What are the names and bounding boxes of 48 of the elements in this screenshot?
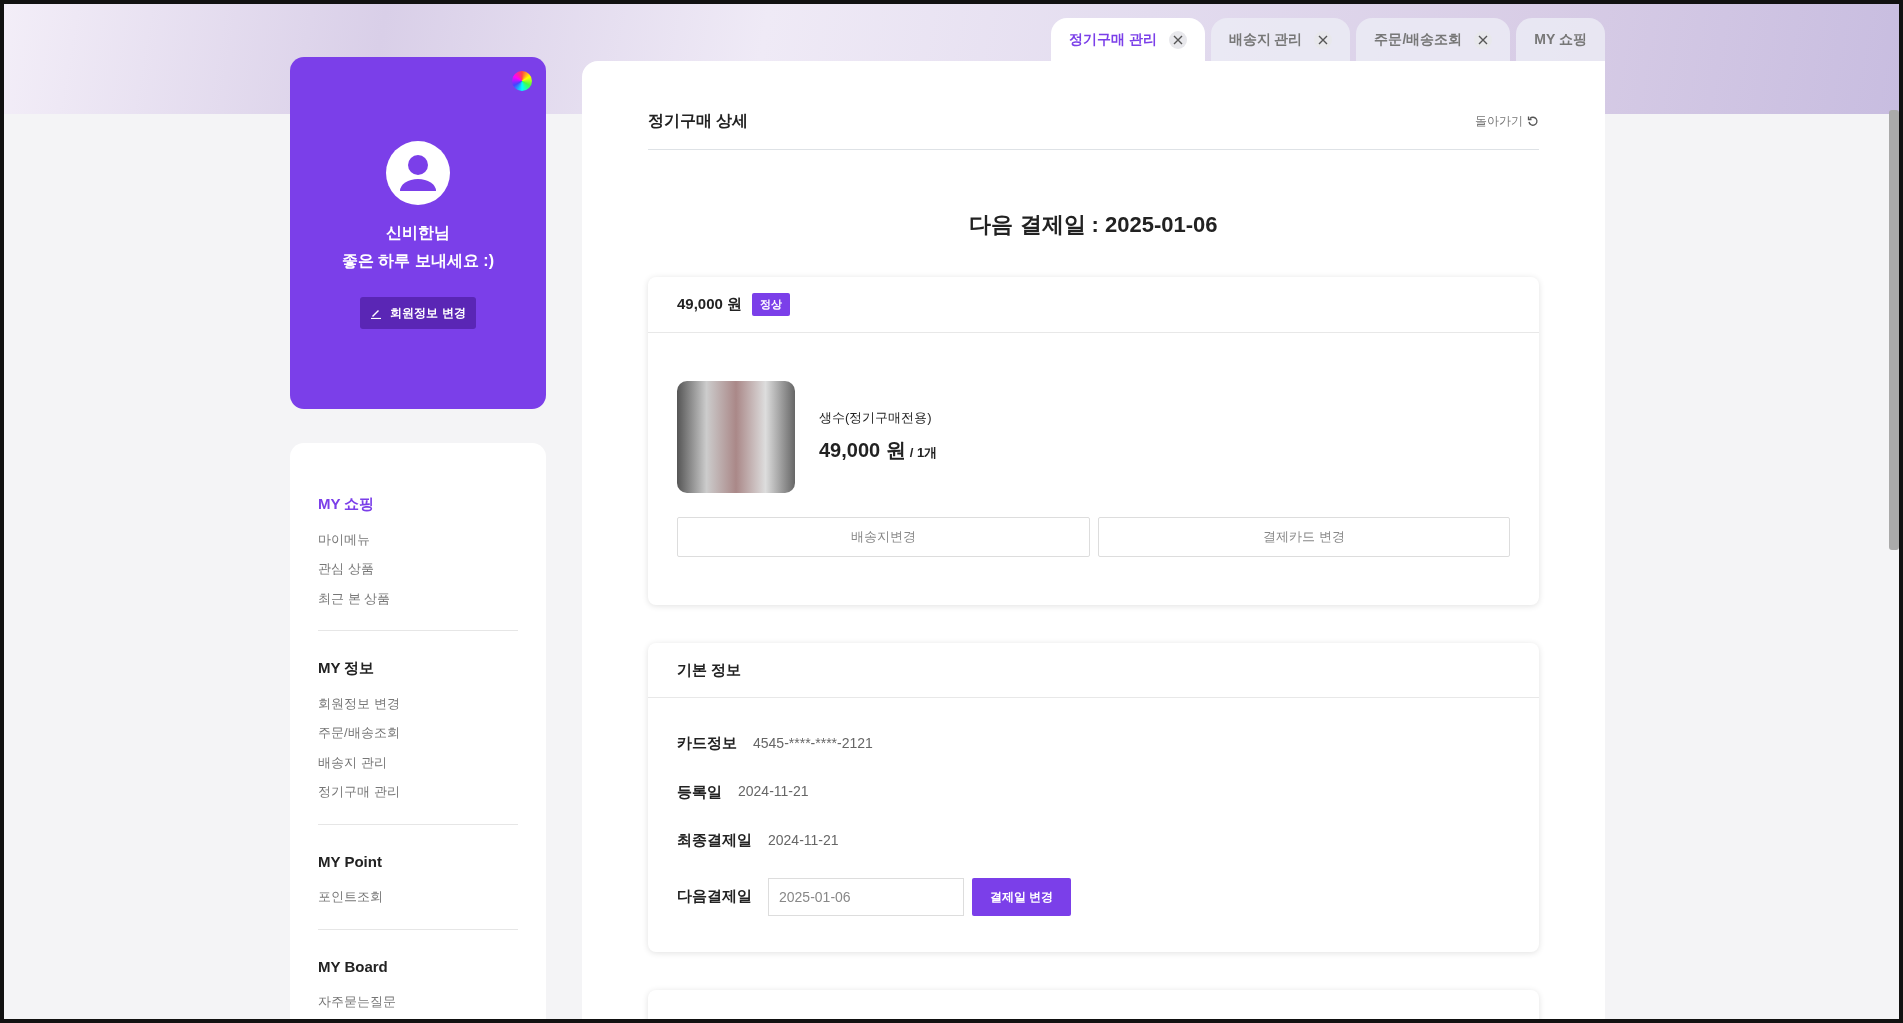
- close-icon[interactable]: [1474, 30, 1493, 49]
- info-label: 카드정보: [677, 733, 737, 753]
- sidebar-item[interactable]: 주문/배송조회: [318, 723, 518, 743]
- sidebar-heading[interactable]: MY Point: [318, 850, 518, 873]
- sidebar-heading[interactable]: MY 정보: [318, 657, 518, 680]
- info-value: 4545-****-****-2121: [753, 733, 873, 753]
- sidebar-item[interactable]: 마이메뉴: [318, 529, 518, 549]
- sidebar-item[interactable]: 정기구매 관리: [318, 782, 518, 802]
- color-wheel-icon[interactable]: [512, 71, 532, 91]
- edit-profile-button[interactable]: 회원정보 변경: [360, 297, 476, 329]
- pencil-icon: [370, 307, 383, 319]
- user-name: 신비한님: [386, 223, 450, 243]
- sidebar-item[interactable]: 최근 본 상품: [318, 588, 518, 608]
- sidebar-item[interactable]: 배송지 관리: [318, 752, 518, 772]
- info-label: 등록일: [677, 781, 722, 802]
- sidebar-item[interactable]: 관심 상품: [318, 559, 518, 579]
- tab[interactable]: 배송지 관리: [1210, 18, 1351, 61]
- info-label: 다음결제일: [677, 886, 752, 907]
- tab[interactable]: MY 쇼핑: [1516, 18, 1605, 61]
- product-price: 49,000 원: [819, 438, 906, 464]
- next-payment-heading: 다음 결제일 : 2025-01-06: [968, 211, 1219, 239]
- user-avatar-icon: [386, 141, 450, 205]
- sidebar-item[interactable]: 자주묻는질문: [318, 992, 518, 1012]
- status-badge: 정상: [752, 293, 791, 316]
- outline-button[interactable]: 배송지변경: [677, 516, 1090, 557]
- outline-button[interactable]: 결제카드 변경: [1097, 516, 1510, 557]
- greeting-text: 좋은 하루 보내세요 :): [342, 251, 494, 271]
- refresh-icon: [1527, 115, 1539, 127]
- close-icon[interactable]: [1314, 30, 1333, 49]
- product-name: 생수(정기구매전용): [819, 408, 933, 427]
- info-label: 최종결제일: [677, 830, 752, 850]
- sidebar-heading[interactable]: MY 쇼핑: [318, 493, 518, 516]
- page-title: 정기구매 상세: [648, 111, 749, 131]
- close-icon[interactable]: [1168, 30, 1187, 49]
- info-value: 2024-11-21: [738, 782, 809, 802]
- back-link[interactable]: 돌아가기: [1475, 112, 1539, 130]
- card-title: 기본 정보: [677, 659, 742, 680]
- change-date-button[interactable]: 결제일 변경: [972, 877, 1072, 916]
- sidebar-heading[interactable]: MY Board: [318, 955, 518, 978]
- tab[interactable]: 정기구매 관리: [1050, 18, 1205, 61]
- date-field[interactable]: 2025-01-06: [768, 877, 964, 916]
- order-total: 49,000 원: [677, 294, 743, 314]
- sidebar-item[interactable]: 포인트조회: [318, 887, 518, 907]
- product-quantity: / 1개: [909, 444, 938, 463]
- info-value: 2024-11-21: [768, 830, 839, 850]
- tab[interactable]: 주문/배송조회: [1356, 18, 1511, 61]
- scrollbar[interactable]: [1889, 110, 1899, 550]
- sidebar-item[interactable]: 회원정보 변경: [318, 693, 518, 713]
